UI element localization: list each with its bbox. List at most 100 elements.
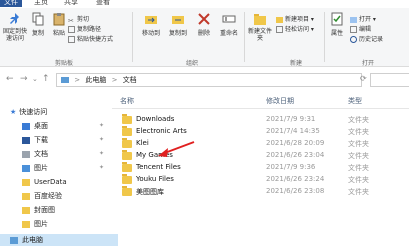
new-item-button[interactable]: 新建项目 ▾: [276, 14, 314, 23]
breadcrumb-separator: >: [111, 76, 118, 84]
folder-icon: [22, 178, 30, 186]
scissors-icon: ✂: [68, 16, 74, 25]
breadcrumb-documents[interactable]: 文档: [123, 76, 137, 84]
nav-label: 封面图: [34, 206, 55, 214]
refresh-icon[interactable]: ⟳: [360, 74, 367, 83]
move-to-button[interactable]: 移动到: [138, 12, 164, 37]
nav-baidu[interactable]: 百度经验: [22, 190, 62, 202]
tab-home[interactable]: 主页: [30, 0, 52, 7]
clipboard-group-label: 剪贴板: [55, 60, 74, 67]
search-input[interactable]: [370, 73, 409, 87]
nav-desktop[interactable]: 桌面 ✦: [22, 120, 108, 132]
back-arrow-icon[interactable]: ←: [6, 74, 14, 84]
open-label: 打开: [359, 16, 372, 23]
easy-access-button[interactable]: 轻松访问 ▾: [276, 24, 314, 33]
nav-label: 百度经验: [34, 192, 62, 200]
properties-label: 属性: [330, 30, 343, 37]
nav-label: 图片: [34, 220, 48, 228]
download-icon: [22, 136, 30, 144]
folder-icon: [22, 220, 30, 228]
nav-label: 此电脑: [22, 236, 43, 244]
new-item-icon: [276, 16, 283, 23]
organize-group-label: 组织: [186, 60, 199, 67]
edit-button[interactable]: 编辑: [350, 24, 371, 33]
breadcrumb-this-pc[interactable]: 此电脑: [85, 76, 106, 84]
ribbon-separator: [132, 12, 133, 62]
open-icon: [350, 16, 357, 23]
breadcrumb-separator: >: [74, 76, 81, 84]
pc-icon: [61, 77, 69, 83]
properties-button[interactable]: 属性: [328, 12, 346, 37]
history-label: 历史记录: [359, 36, 384, 43]
tab-share[interactable]: 共享: [60, 0, 82, 7]
copy-to-button[interactable]: 复制到: [165, 12, 191, 37]
copy-icon: [32, 12, 44, 26]
edit-icon: [350, 26, 357, 33]
file-list: 名称 修改日期 类型 Downloads 2021/7/9 9:31 文件夹 E…: [112, 92, 409, 247]
open-button[interactable]: 打开 ▾: [350, 14, 376, 23]
easy-access-label: 轻松访问: [285, 26, 310, 33]
picture-icon: [22, 164, 30, 172]
pin-icon: [10, 13, 19, 24]
delete-button[interactable]: 删除: [194, 12, 214, 37]
copy-path-button[interactable]: 复制路径: [68, 24, 101, 33]
forward-arrow-icon[interactable]: →: [20, 74, 28, 84]
paste-label: 粘贴: [52, 30, 65, 37]
nav-label: 下载: [34, 136, 48, 144]
nav-documents[interactable]: 文档 ✦: [22, 148, 108, 160]
pin-icon: ✦: [98, 150, 104, 157]
tab-view[interactable]: 查看: [92, 0, 114, 7]
address-bar[interactable]: > 此电脑 > 文档: [56, 73, 362, 87]
paste-shortcut-label: 粘贴快捷方式: [77, 36, 114, 43]
navigation-pane: ★ 快速访问 桌面 ✦ 下载 ✦ 文档 ✦ 图片 ✦ UserData 百度经验 封面图 …: [0, 92, 118, 247]
easy-access-icon: [276, 26, 283, 33]
pin-icon: ✦: [98, 164, 104, 171]
new-item-label: 新建项目: [285, 16, 310, 23]
cut-label: 剪切: [77, 16, 90, 23]
address-row: ← → ⌄ ↑ > 此电脑 > 文档 ⟳: [0, 70, 409, 88]
up-arrow-icon[interactable]: ↑: [42, 74, 50, 84]
nav-pictures-2[interactable]: 图片: [22, 218, 48, 230]
chevron-down-icon[interactable]: ⌄: [32, 75, 38, 83]
menu-bar: 文件 主页 共享 查看: [0, 0, 409, 8]
properties-icon: [331, 12, 343, 26]
history-icon: [350, 36, 357, 43]
nav-this-pc[interactable]: 此电脑: [0, 234, 118, 246]
new-folder-button[interactable]: 新建文件夹: [248, 12, 272, 42]
paste-shortcut-icon: [68, 36, 75, 43]
pin-icon: ✦: [98, 136, 104, 143]
folder-icon: [22, 192, 30, 200]
copy-folder-icon: [172, 16, 184, 24]
history-button[interactable]: 历史记录: [350, 34, 383, 43]
copy-button[interactable]: 复制: [30, 12, 46, 37]
tab-file[interactable]: 文件: [0, 0, 22, 7]
paste-button[interactable]: 粘贴: [50, 12, 68, 37]
nav-downloads[interactable]: 下载 ✦: [22, 134, 108, 146]
pin-quick-access-button[interactable]: 固定到快速访问: [2, 12, 28, 42]
copy-path-label: 复制路径: [77, 26, 102, 33]
copy-path-icon: [68, 26, 75, 33]
cut-button[interactable]: ✂ 剪切: [68, 14, 90, 25]
chevron-down-icon: ▾: [309, 16, 314, 23]
new-folder-label: 新建文件夹: [248, 28, 273, 42]
folder-icon: [22, 206, 30, 214]
pc-icon: [10, 236, 18, 244]
nav-label: 快速访问: [19, 108, 48, 116]
nav-label: 桌面: [34, 122, 48, 130]
delete-label: 删除: [197, 30, 210, 37]
nav-pictures[interactable]: 图片 ✦: [22, 162, 108, 174]
annotation-arrow-icon: [158, 141, 195, 157]
rename-button[interactable]: 重命名: [217, 12, 241, 37]
nav-cover[interactable]: 封面图: [22, 204, 55, 216]
rename-icon: [222, 15, 236, 23]
move-to-label: 移动到: [141, 30, 160, 37]
rename-label: 重命名: [219, 30, 238, 37]
ribbon-separator: [324, 12, 325, 62]
document-icon: [22, 150, 30, 158]
nav-userdata[interactable]: UserData: [22, 176, 67, 188]
copy-label: 复制: [31, 30, 44, 37]
ribbon: 固定到快速访问 复制 粘贴 ✂ 剪切 复制路径 粘贴快捷方式 剪贴板 移动到 复制…: [0, 8, 409, 67]
desktop-icon: [22, 122, 30, 130]
nav-quick-access[interactable]: ★ 快速访问: [10, 106, 47, 118]
paste-shortcut-button[interactable]: 粘贴快捷方式: [68, 34, 113, 43]
